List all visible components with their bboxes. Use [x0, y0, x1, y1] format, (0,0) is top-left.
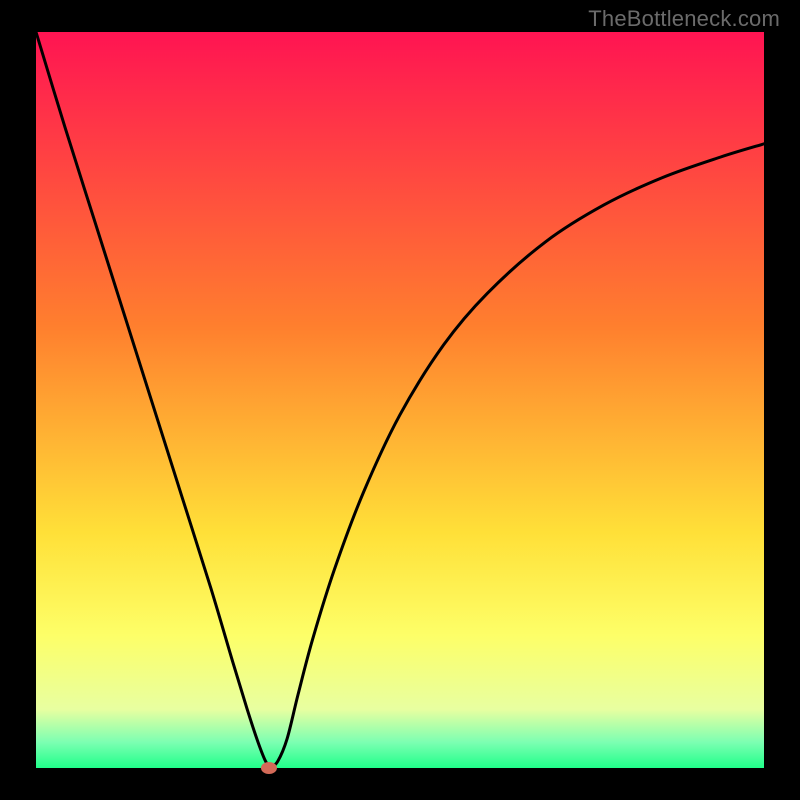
plot-area	[36, 32, 764, 768]
bottleneck-chart	[0, 0, 800, 800]
chart-frame: TheBottleneck.com	[0, 0, 800, 800]
watermark-text: TheBottleneck.com	[588, 6, 780, 32]
marker-point	[261, 762, 277, 774]
